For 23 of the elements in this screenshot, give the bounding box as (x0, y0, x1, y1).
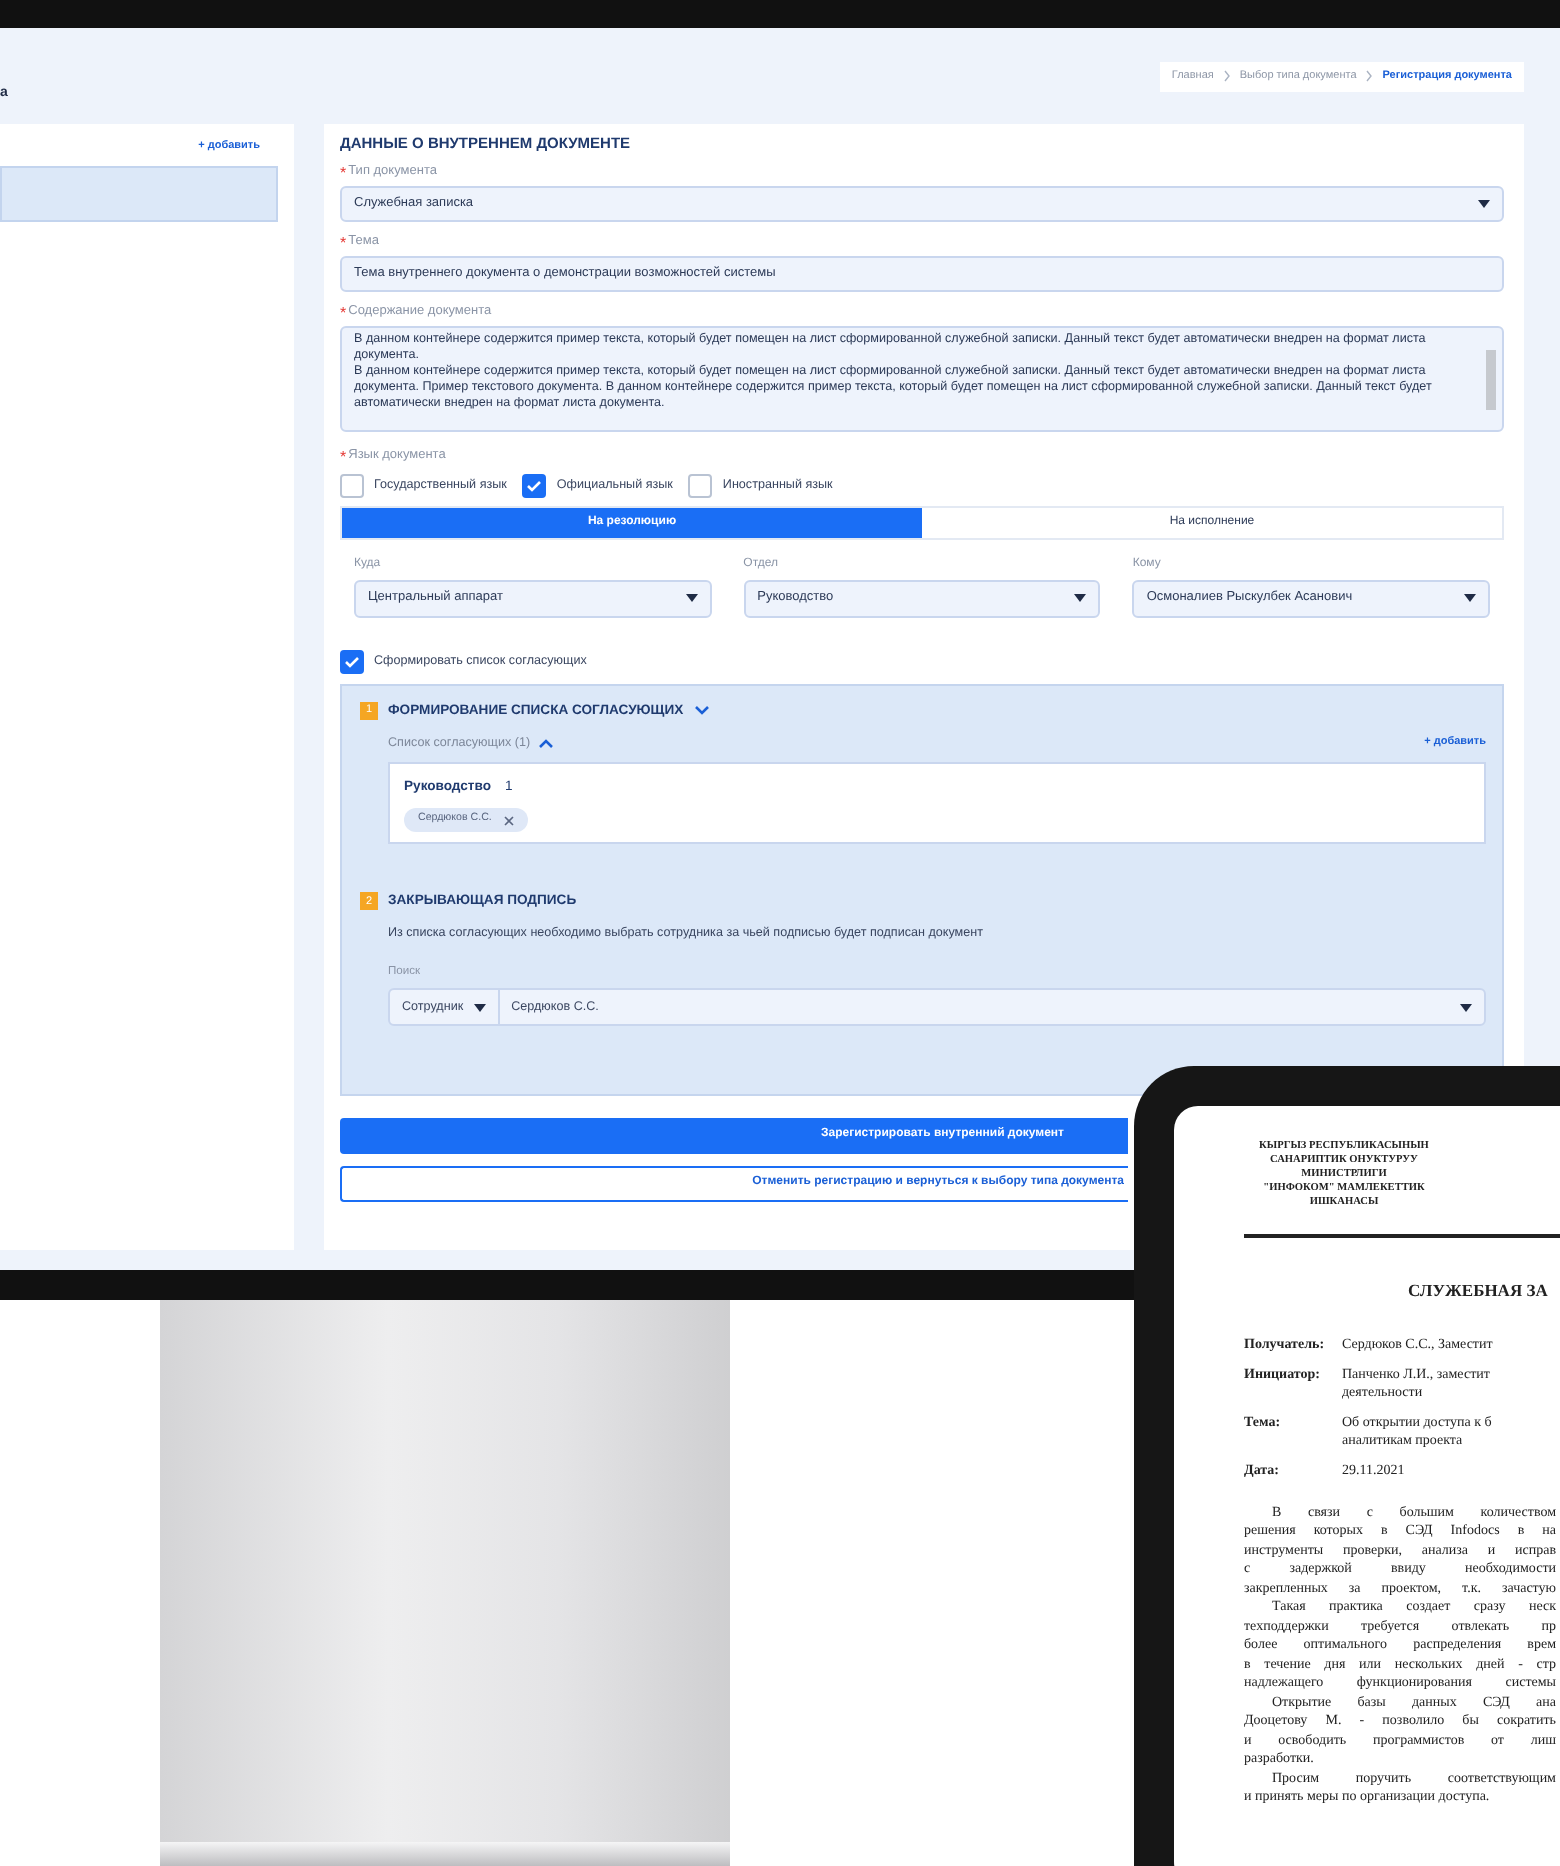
caret-icon (1074, 594, 1087, 602)
chevron-down-icon[interactable] (693, 706, 710, 717)
required-mark: * (340, 305, 347, 321)
chevron-up-icon[interactable] (538, 737, 555, 748)
caret-icon (1460, 1003, 1472, 1012)
required-mark: * (340, 449, 347, 465)
chevron-right-icon (1366, 70, 1373, 82)
caret-icon (685, 594, 698, 602)
caret-icon (1478, 199, 1490, 207)
document-title: СЛУЖЕБНАЯ ЗА (1408, 1278, 1550, 1304)
caret-icon (473, 1003, 486, 1012)
caret-icon (1464, 594, 1476, 602)
check-icon (526, 479, 543, 491)
chevron-right-icon (1223, 70, 1230, 82)
content-textarea[interactable] (340, 325, 1504, 431)
required-mark: * (340, 235, 347, 251)
checkbox[interactable] (340, 473, 364, 497)
checkbox[interactable] (522, 473, 547, 497)
checkbox[interactable] (340, 649, 364, 673)
check-icon (344, 655, 360, 667)
close-icon[interactable] (503, 815, 514, 826)
checkbox[interactable] (688, 473, 713, 497)
required-mark: * (340, 165, 347, 181)
